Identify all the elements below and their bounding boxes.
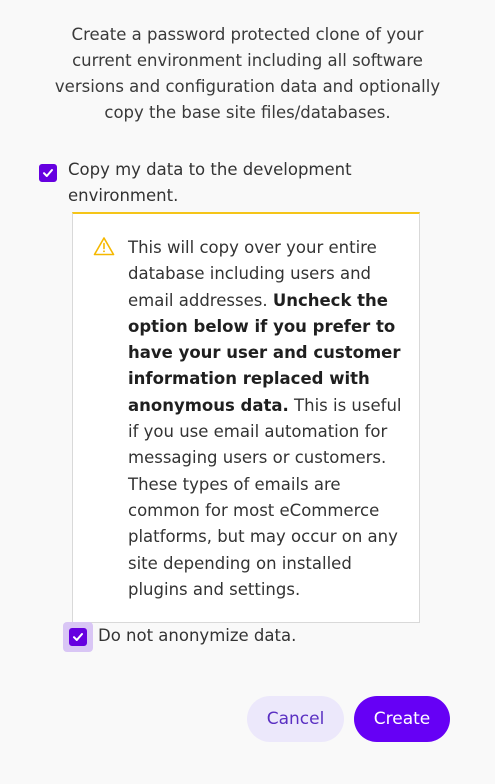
create-dev-environment-dialog: Create a password protected clone of you…	[0, 0, 495, 784]
warning-notice: This will copy over your entire database…	[72, 212, 420, 623]
warning-triangle-icon	[93, 237, 115, 256]
copy-data-checkbox[interactable]	[39, 164, 57, 182]
copy-data-label[interactable]: Copy my data to the development environm…	[68, 157, 398, 209]
checkmark-icon	[43, 169, 53, 177]
do-not-anonymize-label[interactable]: Do not anonymize data.	[98, 623, 296, 649]
checkmark-icon	[73, 633, 83, 641]
intro-text: Create a password protected clone of you…	[54, 25, 441, 122]
cancel-button[interactable]: Cancel	[247, 696, 344, 742]
warning-text-details: This is useful if you use email automati…	[128, 395, 402, 599]
create-button[interactable]: Create	[354, 696, 450, 742]
anonymize-checkbox-focus[interactable]	[63, 622, 93, 652]
warning-text: This will copy over your entire database…	[128, 235, 410, 603]
do-not-anonymize-checkbox[interactable]	[69, 628, 87, 646]
